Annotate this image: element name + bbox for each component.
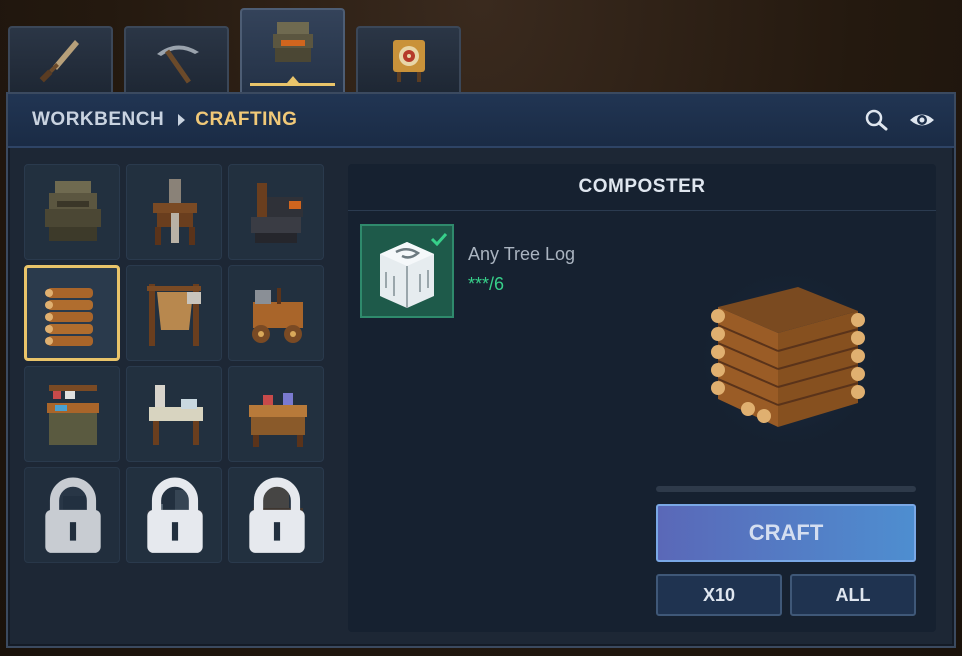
checkmark-icon [430, 232, 448, 246]
tab-weapons[interactable] [8, 26, 113, 92]
tailoring-table-icon [149, 385, 203, 445]
recipe-workbench[interactable] [24, 164, 120, 260]
workbench-icon [272, 22, 313, 62]
crafting-panel: WORKBENCH CRAFTING COMPOSTER Any Tree Lo… [6, 92, 956, 648]
ingredient-slot[interactable] [360, 224, 454, 318]
target-dummy-icon [392, 40, 425, 82]
craft-all-button[interactable]: ALL [790, 574, 916, 616]
alchemy-table-icon [47, 385, 99, 445]
recipe-spinning-station[interactable] [126, 164, 222, 260]
craft-progress-bar [656, 486, 916, 492]
breadcrumb: WORKBENCH CRAFTING [32, 109, 297, 131]
dagger-icon [39, 40, 79, 83]
eye-icon[interactable] [908, 108, 936, 132]
panel-header: WORKBENCH CRAFTING [8, 94, 954, 148]
search-icon[interactable] [864, 108, 890, 132]
carpentry-bench-icon [249, 393, 307, 447]
breadcrumb-separator-icon [178, 114, 186, 126]
craft-x10-button[interactable]: X10 [656, 574, 782, 616]
recipe-locked-3[interactable] [228, 467, 324, 563]
composter-icon [45, 288, 93, 346]
tab-workbench[interactable] [240, 8, 345, 92]
recipe-tanning-rack[interactable] [126, 265, 222, 361]
active-tab-underline [250, 83, 335, 86]
workbench-icon [45, 181, 101, 241]
craft-button[interactable]: CRAFT [656, 504, 916, 562]
lock-icon [249, 477, 305, 553]
tanning-rack-icon [147, 284, 201, 346]
lock-icon [45, 477, 101, 553]
tab-targets[interactable] [356, 26, 461, 92]
ingredient-name: Any Tree Log [468, 244, 576, 264]
recipe-grid [18, 158, 332, 638]
lock-icon [147, 477, 203, 553]
recipe-alchemy-table[interactable] [24, 366, 120, 462]
recipe-locked-1[interactable] [24, 467, 120, 563]
anvil-forge-icon [251, 183, 303, 243]
recipe-locked-2[interactable] [126, 467, 222, 563]
recipe-carpentry-bench[interactable] [228, 366, 324, 462]
recipe-detail: COMPOSTER Any Tree Log ***/6 CRAFT X10 A… [348, 164, 936, 632]
breadcrumb-root[interactable]: WORKBENCH [32, 109, 164, 131]
pickaxe-icon [156, 45, 199, 84]
breadcrumb-current: CRAFTING [195, 109, 298, 130]
recipe-cooking-cart[interactable] [228, 265, 324, 361]
cooking-cart-icon [252, 288, 303, 343]
recipe-title: COMPOSTER [348, 164, 936, 211]
spinning-station-icon [153, 179, 197, 245]
recipe-anvil-forge[interactable] [228, 164, 324, 260]
recipe-tailoring-table[interactable] [126, 366, 222, 462]
tab-tools[interactable] [124, 26, 229, 92]
composter-preview-image [693, 264, 883, 454]
ingredient-count: ***/6 [468, 274, 505, 294]
active-tab-caret [286, 76, 299, 83]
recipe-composter[interactable] [24, 265, 120, 361]
